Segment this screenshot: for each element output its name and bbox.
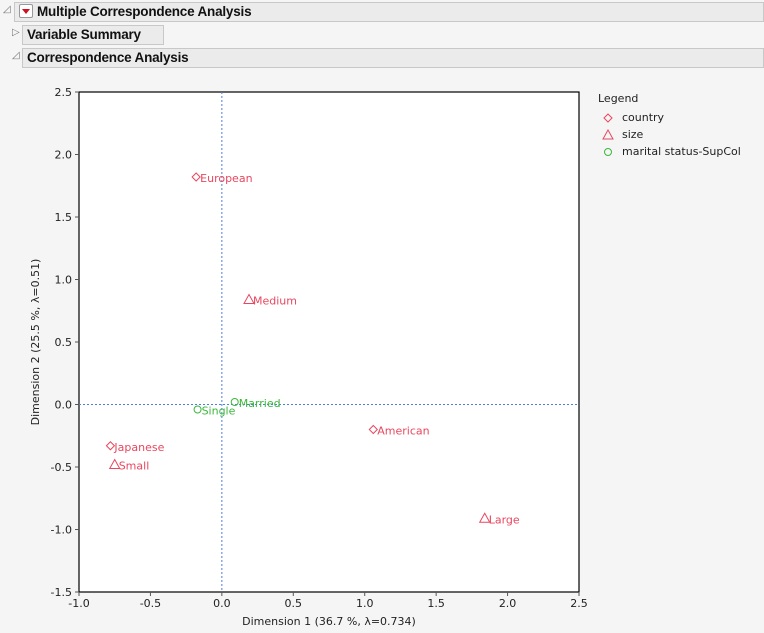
y-tick-label: 0.0 xyxy=(55,399,73,412)
legend-item-label: marital status-SupCol xyxy=(622,145,741,158)
x-tick-label: 1.0 xyxy=(356,597,374,610)
x-tick-label: -0.5 xyxy=(140,597,161,610)
legend-item[interactable]: size xyxy=(598,126,741,143)
circle-marker-shape xyxy=(604,147,612,156)
legend-item-label: size xyxy=(622,128,644,141)
legend: Legend country size marital status-SupCol xyxy=(598,92,741,160)
legend-item[interactable]: country xyxy=(598,109,741,126)
y-tick-label: 1.5 xyxy=(55,211,73,224)
legend-title: Legend xyxy=(598,92,639,105)
y-tick-label: -1.5 xyxy=(51,586,72,599)
triangle-marker-shape xyxy=(602,128,614,139)
x-tick-label: 0.0 xyxy=(213,597,231,610)
triangle-marker-icon xyxy=(602,128,614,139)
x-tick-label: 2.0 xyxy=(499,597,517,610)
data-point-label: European xyxy=(200,172,252,185)
y-tick-label: -0.5 xyxy=(51,461,72,474)
y-tick-label: 2.0 xyxy=(55,149,73,162)
y-tick-label: 1.0 xyxy=(55,274,73,287)
data-point-label: Medium xyxy=(253,295,297,308)
circle-marker-icon xyxy=(604,147,612,156)
data-point-label: Single xyxy=(202,405,236,418)
x-tick-label: 0.5 xyxy=(285,597,303,610)
data-point-label: Married xyxy=(239,397,281,410)
data-point-label: Large xyxy=(489,513,520,526)
y-axis-label: Dimension 2 (25.5 %, λ=0.51) xyxy=(29,259,42,426)
legend-item[interactable]: marital status-SupCol xyxy=(598,143,741,160)
legend-item-label: country xyxy=(622,111,665,124)
y-tick-label: 0.5 xyxy=(55,336,73,349)
y-tick-label: -1.0 xyxy=(51,524,72,537)
data-point-label: Small xyxy=(119,460,150,473)
data-point-label: American xyxy=(377,425,429,438)
x-tick-label: 1.5 xyxy=(427,597,445,610)
diamond-marker-shape xyxy=(603,112,613,123)
diamond-marker-icon xyxy=(603,112,613,123)
x-axis-label: Dimension 1 (36.7 %, λ=0.734) xyxy=(242,615,416,628)
data-point-label: Japanese xyxy=(113,441,164,454)
x-tick-label: 2.5 xyxy=(570,597,588,610)
y-tick-label: 2.5 xyxy=(55,86,73,99)
